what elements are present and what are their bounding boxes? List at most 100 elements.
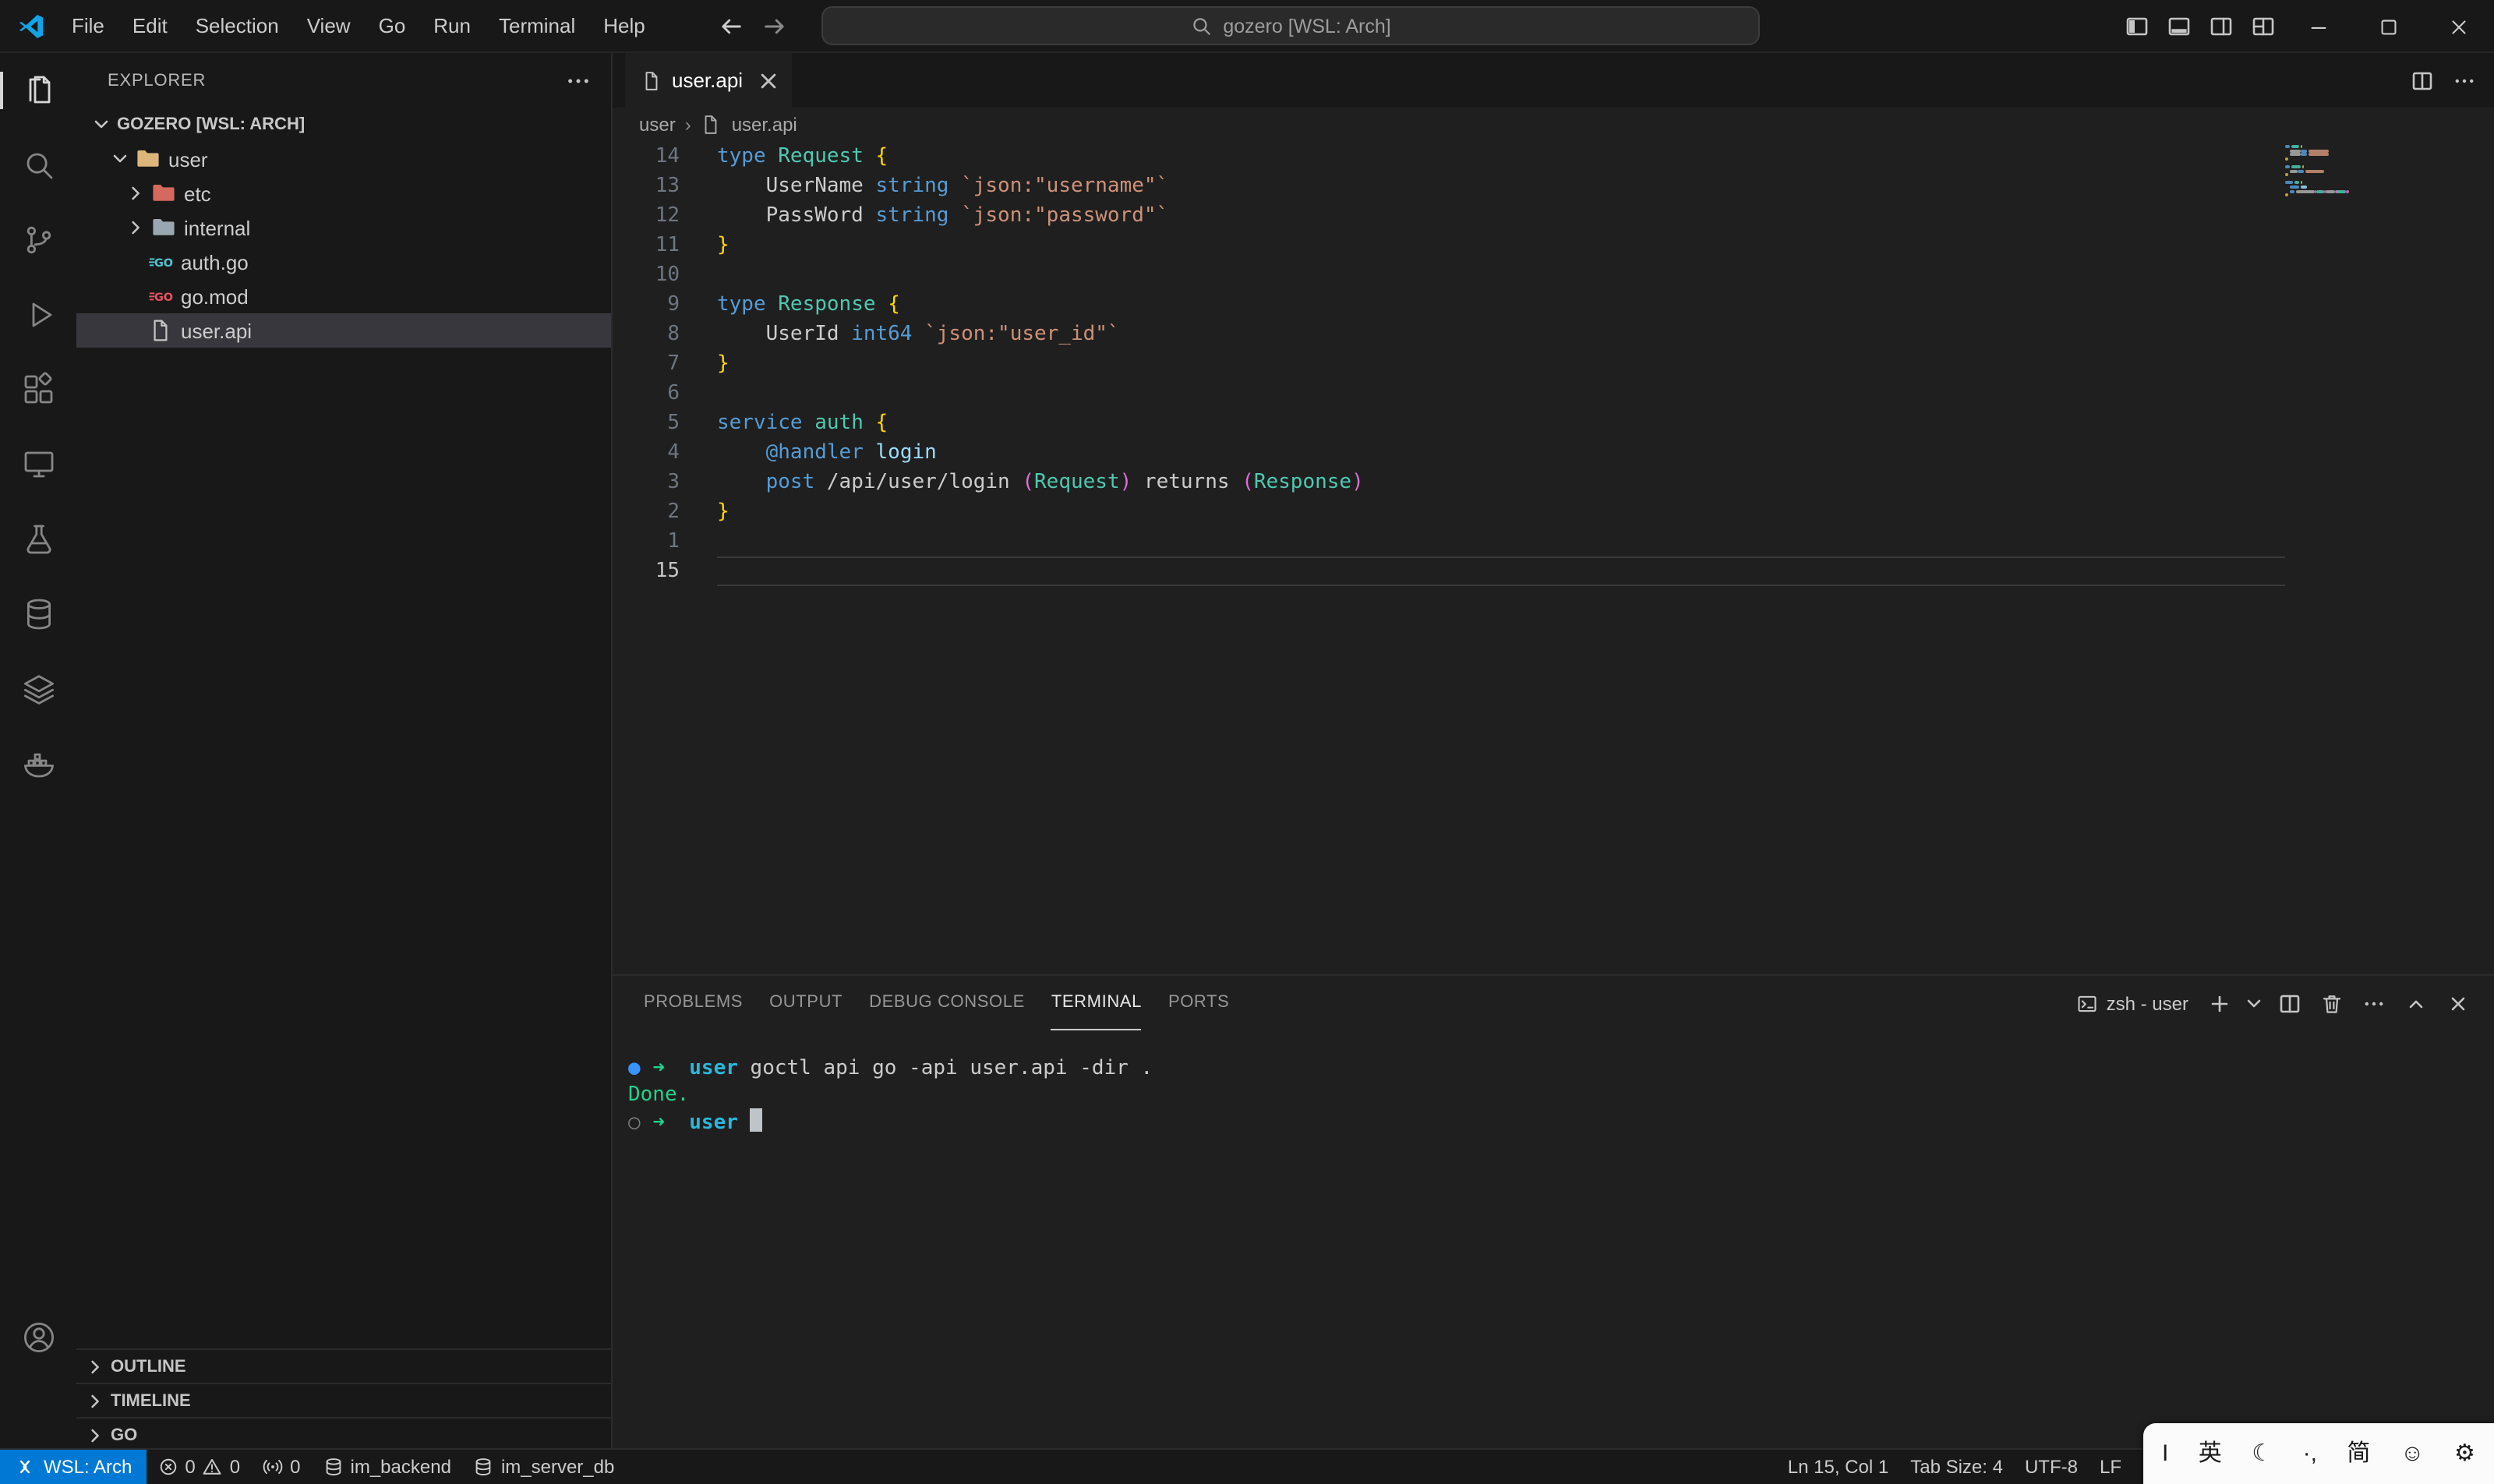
database-icon: [323, 1456, 344, 1478]
editor-more-icon[interactable]: [2443, 53, 2485, 108]
activity-account[interactable]: [0, 1300, 76, 1375]
line-number: 8: [613, 320, 680, 349]
panel-tab-problems[interactable]: PROBLEMS: [644, 976, 743, 1030]
activity-docker[interactable]: [0, 726, 76, 801]
activity-extensions[interactable]: [0, 352, 76, 427]
split-editor-icon[interactable]: [2400, 53, 2443, 108]
menu-terminal[interactable]: Terminal: [485, 0, 589, 52]
problems-status[interactable]: 0 0: [146, 1450, 251, 1484]
close-button[interactable]: [2424, 0, 2494, 53]
titlebar: FileEditSelectionViewGoRunTerminalHelp g…: [0, 0, 2494, 53]
terminal-actions: zsh - user: [2077, 976, 2478, 1030]
tree-item-label: auth.go: [181, 250, 249, 274]
forward-button[interactable]: [761, 12, 789, 41]
indentation[interactable]: Tab Size: 4: [1899, 1456, 2014, 1478]
code-line: 15: [613, 556, 2494, 586]
editor-actions: [2400, 53, 2485, 108]
ime-punctuation[interactable]: ·,: [2303, 1423, 2317, 1484]
breadcrumb-file[interactable]: user.api: [732, 114, 797, 136]
menu-selection[interactable]: Selection: [182, 0, 293, 52]
db-connection-1[interactable]: im_backend: [312, 1450, 462, 1484]
ime-settings[interactable]: ⚙: [2454, 1423, 2475, 1484]
tree-item-user.api[interactable]: user.api: [76, 313, 611, 348]
panel-tab-terminal[interactable]: TERMINAL: [1051, 976, 1142, 1030]
breadcrumb-folder[interactable]: user: [639, 114, 676, 136]
menu-go[interactable]: Go: [365, 0, 420, 52]
activity-explorer[interactable]: [0, 53, 76, 128]
maximize-panel-icon[interactable]: [2394, 976, 2436, 1030]
line-number: 5: [613, 408, 680, 438]
cursor-position[interactable]: Ln 15, Col 1: [1777, 1456, 1899, 1478]
code-line: 14type Request {: [613, 142, 2494, 171]
tree-root-folder[interactable]: GOZERO [WSL: ARCH]: [76, 108, 611, 142]
encoding[interactable]: UTF-8: [2014, 1456, 2089, 1478]
tree-item-user[interactable]: user: [76, 142, 611, 176]
ime-cursor[interactable]: I: [2162, 1423, 2168, 1484]
ime-emoji-picker[interactable]: ☺: [2400, 1423, 2425, 1484]
ime-simplified-chinese[interactable]: 简: [2347, 1423, 2370, 1484]
line-number: 4: [613, 438, 680, 468]
minimap[interactable]: [2285, 145, 2382, 217]
panel-more-icon[interactable]: [2352, 976, 2394, 1030]
section-outline[interactable]: OUTLINE: [76, 1348, 611, 1383]
terminal-dropdown-icon[interactable]: [2240, 976, 2268, 1030]
terminal[interactable]: ● ➜ user goctl api go -api user.api -dir…: [613, 1030, 2494, 1135]
new-terminal-icon[interactable]: [2198, 976, 2240, 1030]
panel-tab-output[interactable]: OUTPUT: [769, 976, 843, 1030]
eol-indicator[interactable]: LF: [2089, 1456, 2132, 1478]
section-timeline[interactable]: TIMELINE: [76, 1383, 611, 1417]
tree-item-etc[interactable]: etc: [76, 176, 611, 210]
ime-halfwidth-moon[interactable]: ☾: [2252, 1423, 2273, 1484]
terminal-shell-label[interactable]: zsh - user: [2107, 992, 2188, 1014]
chevron-right-icon: [83, 1422, 108, 1447]
kill-terminal-icon[interactable]: [2310, 976, 2352, 1030]
minimize-button[interactable]: [2284, 0, 2354, 53]
maximize-button[interactable]: [2354, 0, 2424, 53]
tab-close-icon[interactable]: [754, 66, 782, 94]
section-go[interactable]: GO: [76, 1417, 611, 1451]
menu-run[interactable]: Run: [419, 0, 485, 52]
line-number: 2: [613, 497, 680, 527]
ime-language-english[interactable]: 英: [2199, 1423, 2222, 1484]
tree-item-auth.go[interactable]: GO auth.go: [76, 245, 611, 279]
split-terminal-icon[interactable]: [2268, 976, 2310, 1030]
close-panel-icon[interactable]: [2436, 976, 2478, 1030]
activity-source-control[interactable]: [0, 203, 76, 277]
file-icon: [641, 69, 662, 91]
tab-user-api[interactable]: user.api: [625, 53, 792, 108]
menu-edit[interactable]: Edit: [118, 0, 182, 52]
section-label: GO: [111, 1426, 137, 1444]
activity-remote-explorer[interactable]: [0, 427, 76, 502]
tree-item-go.mod[interactable]: GOgo.mod: [76, 279, 611, 313]
go-file-icon: GO: [148, 249, 173, 274]
customize-layout-icon[interactable]: [2241, 0, 2284, 53]
code-editor[interactable]: 14type Request {13 UserName string `json…: [613, 142, 2494, 586]
ports-status[interactable]: 0: [251, 1450, 311, 1484]
activity-layers[interactable]: [0, 652, 76, 726]
activity-testing[interactable]: [0, 502, 76, 577]
toggle-panel-icon[interactable]: [2157, 0, 2199, 53]
activity-search[interactable]: [0, 128, 76, 203]
code-line: 4 @handler login: [613, 438, 2494, 468]
extensions-icon: [19, 371, 57, 408]
menu-help[interactable]: Help: [589, 0, 659, 52]
terminal-line: ○ ➜ user: [628, 1108, 2494, 1135]
toggle-secondary-sidebar-icon[interactable]: [2199, 0, 2241, 53]
db-connection-2[interactable]: im_server_db: [462, 1450, 625, 1484]
history-nav: [717, 0, 789, 53]
panel-tab-debug-console[interactable]: DEBUG CONSOLE: [869, 976, 1025, 1030]
tree-item-internal[interactable]: internal: [76, 210, 611, 245]
remote-indicator[interactable]: WSL: Arch: [0, 1450, 146, 1484]
menu-view[interactable]: View: [293, 0, 365, 52]
explorer-more-icon[interactable]: [564, 66, 592, 94]
activity-database[interactable]: [0, 577, 76, 652]
warning-count: 0: [230, 1456, 240, 1478]
menu-file[interactable]: File: [58, 0, 118, 52]
source-control-icon: [19, 221, 57, 259]
command-center[interactable]: gozero [WSL: Arch]: [821, 6, 1760, 45]
activity-run-debug[interactable]: [0, 277, 76, 352]
toggle-sidebar-icon[interactable]: [2115, 0, 2157, 53]
back-button[interactable]: [717, 12, 745, 41]
code-line: 13 UserName string `json:"username"`: [613, 171, 2494, 201]
panel-tab-ports[interactable]: PORTS: [1168, 976, 1229, 1030]
